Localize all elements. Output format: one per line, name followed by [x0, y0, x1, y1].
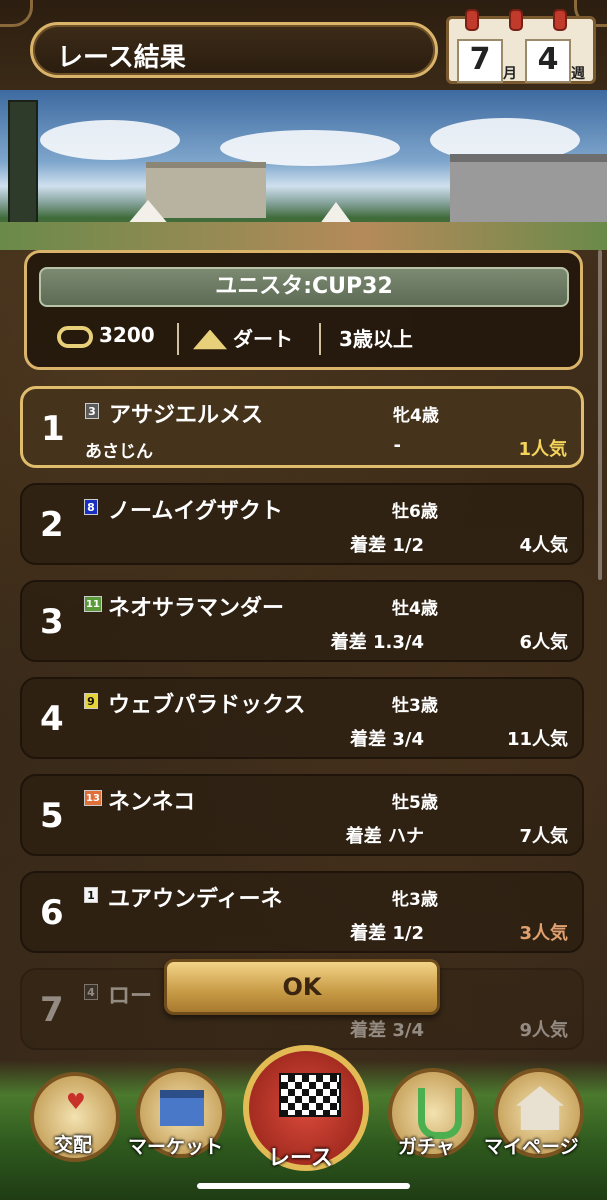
horse-sex-age: 牡6歳	[392, 502, 438, 522]
nav-race-label[interactable]: レース	[268, 1140, 333, 1172]
result-row[interactable]: 1 3 アサジエルメス 牝4歳あさじん - 1人気	[20, 386, 584, 468]
distance-field: 3200	[57, 323, 155, 357]
horse-sex-age: 牡3歳	[392, 696, 438, 716]
corner-ornament-left	[0, 0, 33, 27]
result-row[interactable]: 3 11 ネオサラマンダー 牡4歳着差 1.3/4 6人気	[20, 580, 584, 662]
horse-name: ノームイグザクト	[108, 499, 283, 524]
gate-number-badge: 9	[84, 693, 98, 709]
dirt-mound-icon	[193, 329, 227, 350]
page-title-plate: レース結果	[30, 22, 438, 78]
finish-margin: 着差 1/2	[350, 535, 424, 556]
finish-rank: 1	[41, 409, 65, 449]
calendar-ring-icon	[553, 9, 567, 31]
ok-button[interactable]: OK	[164, 959, 440, 1015]
race-name: ユニスタ:CUP32	[39, 267, 569, 307]
finish-margin: -	[393, 435, 401, 456]
track-ground	[0, 222, 607, 250]
divider	[319, 323, 321, 355]
grandstand-left	[146, 162, 266, 218]
finish-rank: 7	[40, 990, 64, 1030]
calendar-week-unit: 週	[571, 66, 585, 82]
calendar-month: 7	[457, 39, 503, 83]
horse-name: アサジエルメス	[109, 403, 264, 428]
track-oval-icon	[57, 325, 93, 348]
popularity-rank: 4人気	[519, 535, 568, 556]
checkered-flag-icon	[279, 1073, 341, 1117]
gate-number-badge: 13	[84, 790, 102, 806]
finish-rank: 2	[40, 505, 64, 545]
gate-number-badge: 4	[84, 984, 98, 1000]
cloud	[220, 130, 400, 166]
cloud	[40, 120, 180, 160]
horse-name: ウェブパラドックス	[108, 693, 306, 718]
finish-rank: 3	[40, 602, 64, 642]
popularity-rank: 3人気	[519, 923, 568, 944]
heart-icon: ♥	[66, 1090, 86, 1115]
race-surface: ダート	[233, 327, 293, 351]
nav-mypage-label[interactable]: マイページ	[484, 1132, 579, 1159]
nav-breeding-label[interactable]: 交配	[54, 1130, 92, 1157]
race-distance: 3200	[99, 323, 155, 347]
horse-name: ネンネコ	[108, 790, 196, 815]
surface-field: ダート	[193, 323, 293, 357]
finish-margin: 着差 ハナ	[345, 826, 424, 847]
gate-number-badge: 8	[84, 499, 98, 515]
gate-number-badge: 11	[84, 596, 102, 612]
finish-margin: 着差 1/2	[350, 923, 424, 944]
popularity-rank: 7人気	[519, 826, 568, 847]
horse-sex-age: 牝3歳	[392, 890, 438, 910]
calendar-month-unit: 月	[503, 66, 517, 82]
page-title: レース結果	[57, 43, 186, 73]
gate-number-badge: 3	[85, 403, 99, 419]
calendar-ring-icon	[465, 9, 479, 31]
horse-name: ロー	[108, 984, 153, 1009]
finish-rank: 4	[40, 699, 64, 739]
horse-sex-age: 牡5歳	[392, 793, 438, 813]
finish-margin: 着差 3/4	[350, 729, 424, 750]
scrollbar[interactable]	[598, 250, 602, 580]
popularity-rank: 1人気	[518, 439, 567, 460]
divider	[177, 323, 179, 355]
nav-market-label[interactable]: マーケット	[128, 1132, 223, 1159]
finish-margin: 着差 3/4	[350, 1020, 424, 1041]
popularity-rank: 11人気	[506, 729, 568, 750]
popularity-rank: 9人気	[519, 1020, 568, 1041]
calendar-widget: 7 月 4 週	[446, 9, 596, 84]
finish-rank: 6	[40, 893, 64, 933]
race-age-condition: 3歳以上	[339, 327, 413, 351]
header-bar: レース結果 7 月 4 週	[0, 0, 607, 90]
race-info-panel: ユニスタ:CUP32 3200 ダート 3歳以上	[24, 250, 583, 370]
nav-gacha-label[interactable]: ガチャ	[398, 1132, 455, 1159]
shop-icon	[160, 1090, 204, 1126]
popularity-rank: 6人気	[519, 632, 568, 653]
calendar-ring-icon	[509, 9, 523, 31]
horse-name: ネオサラマンダー	[108, 596, 285, 621]
horse-sex-age: 牝4歳	[393, 406, 439, 426]
calendar-week: 4	[525, 39, 571, 83]
result-row[interactable]: 2 8 ノームイグザクト 牡6歳着差 1/2 4人気	[20, 483, 584, 565]
result-row[interactable]: 6 1 ユアウンディーネ 牝3歳着差 1/2 3人気	[20, 871, 584, 953]
horse-sex-age: 牡4歳	[392, 599, 438, 619]
result-row[interactable]: 4 9 ウェブパラドックス 牡3歳着差 3/4 11人気	[20, 677, 584, 759]
horse-name: ユアウンディーネ	[108, 887, 283, 912]
result-row[interactable]: 5 13 ネンネコ 牡5歳着差 ハナ 7人気	[20, 774, 584, 856]
home-indicator[interactable]	[197, 1183, 410, 1189]
gate-number-badge: 1	[84, 887, 98, 903]
finish-margin: 着差 1.3/4	[330, 632, 424, 653]
finish-rank: 5	[40, 796, 64, 836]
house-icon	[516, 1086, 564, 1130]
owner-name: あさじん	[85, 442, 153, 462]
racecourse-image	[0, 90, 607, 250]
